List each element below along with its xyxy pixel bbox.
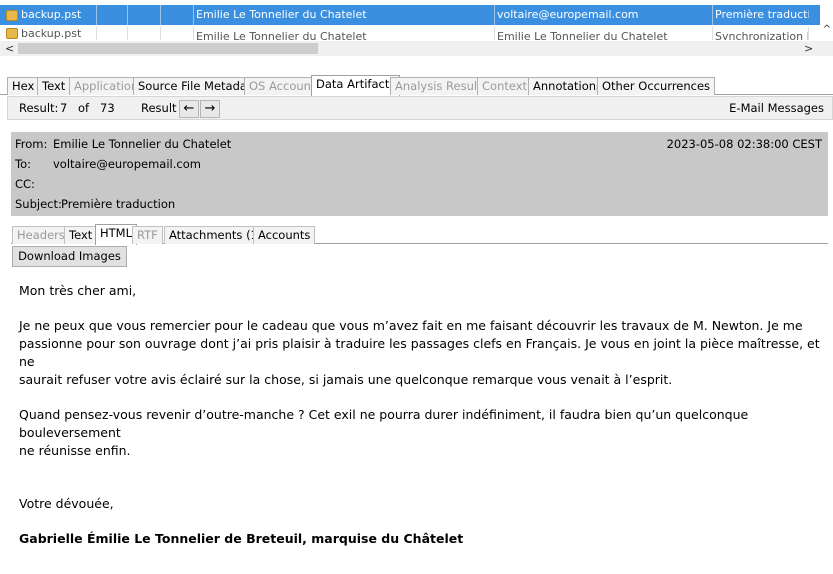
to-cell[interactable]: Emilie Le Tonnelier du Chatelet	[495, 27, 713, 40]
download-images-button[interactable]: Download Images	[12, 246, 127, 267]
tab-message-text[interactable]: Text	[64, 226, 98, 244]
email-paragraph-line: saurait refuser votre avis éclairé sur l…	[19, 372, 673, 387]
subject-cell[interactable]: Synchronization Lo	[713, 27, 809, 40]
result-total: 73	[100, 101, 115, 115]
table-row[interactable]: backup.pst Emilie Le Tonnelier du Chatel…	[0, 27, 820, 40]
scrollbar-thumb[interactable]	[18, 43, 318, 54]
tab-hex[interactable]: Hex	[7, 77, 40, 95]
email-header: From: Emilie Le Tonnelier du Chatelet 20…	[11, 132, 828, 216]
pst-file-icon	[6, 9, 18, 21]
file-name: backup.pst	[21, 8, 82, 21]
email-date: 2023-05-08 02:38:00 CEST	[666, 137, 822, 151]
email-paragraph-line: ne réunisse enfin.	[19, 443, 131, 458]
viewer-tabs: Hex Text Application Source File Metadat…	[0, 75, 833, 96]
from-cell[interactable]: Emilie Le Tonnelier du Chatelet	[194, 5, 495, 25]
empty-cell[interactable]	[128, 27, 161, 40]
subject-label: Subject:	[15, 197, 62, 211]
table-row-selected[interactable]: backup.pst Emilie Le Tonnelier du Chatel…	[0, 5, 820, 25]
result-navigation-bar: Result: 7 of 73 Result ← → E-Mail Messag…	[7, 96, 833, 120]
to-cell[interactable]: voltaire@europemail.com	[495, 5, 713, 25]
subject-value: Première traduction	[61, 197, 176, 211]
from-cell[interactable]: Emilie Le Tonnelier du Chatelet	[194, 27, 495, 40]
email-greeting: Mon très cher ami,	[19, 283, 137, 298]
empty-cell[interactable]	[97, 27, 128, 40]
tab-text[interactable]: Text	[37, 77, 71, 95]
result-of-label: of	[78, 101, 90, 115]
empty-cell[interactable]	[161, 5, 194, 25]
empty-cell[interactable]	[161, 27, 194, 40]
result-current: 7	[60, 101, 68, 115]
email-closing: Votre dévouée,	[19, 496, 114, 511]
prev-result-button[interactable]: ←	[179, 100, 199, 118]
next-result-button[interactable]: →	[200, 100, 220, 118]
arrow-left-icon: ←	[183, 101, 195, 116]
tab-annotations[interactable]: Annotations	[528, 77, 608, 95]
tab-attachments[interactable]: Attachments (1)	[164, 226, 268, 244]
tab-os-account[interactable]: OS Account	[244, 77, 321, 95]
results-table: backup.pst Emilie Le Tonnelier du Chatel…	[0, 0, 833, 60]
empty-cell[interactable]	[97, 5, 128, 25]
result-label: Result:	[19, 101, 59, 115]
tab-context[interactable]: Context	[477, 77, 533, 95]
tab-other-occurrences[interactable]: Other Occurrences	[597, 77, 716, 95]
tab-headers[interactable]: Headers	[12, 226, 70, 244]
email-paragraph-line: Je ne peux que vous remercier pour le ca…	[19, 318, 803, 333]
file-name: backup.pst	[21, 27, 82, 40]
email-body: Mon très cher ami, Je ne peux que vous r…	[10, 273, 831, 574]
tab-html[interactable]: HTML	[95, 224, 138, 245]
scroll-up-button[interactable]: ^	[823, 24, 831, 35]
scroll-right-button[interactable]: >	[804, 41, 813, 56]
empty-cell[interactable]	[128, 5, 161, 25]
scroll-left-button[interactable]: <	[5, 41, 14, 56]
email-paragraph-line: passionne pour son ouvrage dont j’ai pri…	[19, 336, 820, 369]
tab-rtf[interactable]: RTF	[132, 226, 163, 244]
result-nav-label: Result	[141, 101, 177, 115]
pst-file-icon	[6, 28, 18, 39]
from-value: Emilie Le Tonnelier du Chatelet	[53, 137, 232, 151]
file-name-cell[interactable]: backup.pst	[0, 5, 97, 25]
arrow-right-icon: →	[204, 101, 216, 116]
email-signature: Gabrielle Émilie Le Tonnelier de Breteui…	[19, 531, 464, 546]
cc-label: CC:	[15, 177, 35, 191]
subject-cell[interactable]: Première traduction	[713, 5, 809, 25]
tab-data-artifacts[interactable]: Data Artifacts	[311, 75, 401, 96]
horizontal-scrollbar[interactable]: < >	[0, 41, 833, 56]
email-paragraph-line: Quand pensez-vous revenir d’outre-manche…	[19, 407, 749, 440]
message-view-tabs: Headers Text HTML RTF Attachments (1) Ac…	[11, 224, 828, 245]
from-label: From:	[15, 137, 48, 151]
to-value: voltaire@europemail.com	[53, 157, 201, 171]
to-label: To:	[15, 157, 31, 171]
tab-accounts[interactable]: Accounts	[253, 226, 316, 244]
artifact-type: E-Mail Messages	[729, 101, 824, 115]
file-name-cell[interactable]: backup.pst	[0, 27, 97, 40]
